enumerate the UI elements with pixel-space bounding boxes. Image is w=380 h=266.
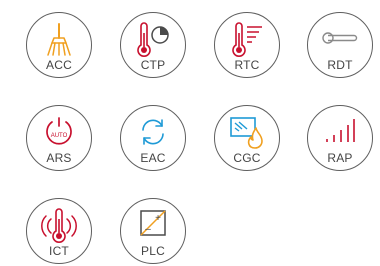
thermometer-lines-icon [232, 22, 262, 57]
badge-ctp: CTP [120, 12, 186, 78]
badge-ars: AUTO ARS [26, 105, 92, 171]
door-handle-icon [322, 32, 358, 44]
badge-label-acc: ACC [46, 58, 72, 72]
signal-bars-icon [326, 119, 355, 142]
auto-text: AUTO [51, 133, 68, 139]
thermometer-waves-icon [41, 208, 77, 243]
badge-label-eac: EAC [140, 151, 166, 165]
badge-label-rtc: RTC [234, 58, 260, 72]
badge-label-ict: ICT [49, 244, 69, 258]
thermometer-clock-icon [137, 22, 169, 57]
badge-label-rap: RAP [327, 151, 353, 165]
refresh-cycle-icon [142, 119, 164, 145]
auto-power-icon: AUTO [46, 117, 72, 145]
badge-plc: + – PLC [120, 198, 186, 264]
badge-rdt: RDT [307, 12, 373, 78]
broom-icon [47, 23, 71, 56]
badge-ict: ICT [26, 198, 92, 264]
badge-label-cgc: CGC [233, 151, 261, 165]
badge-cgc: CGC [214, 105, 280, 171]
minus-sign: – [145, 224, 151, 235]
plus-sign: + [155, 213, 161, 224]
badge-acc: ACC [26, 12, 92, 78]
badge-label-plc: PLC [141, 244, 165, 258]
badge-rap: RAP [307, 105, 373, 171]
badge-label-ctp: CTP [140, 58, 166, 72]
badge-label-rdt: RDT [327, 58, 353, 72]
plus-minus-panel-icon: + – [140, 210, 166, 236]
badge-label-ars: ARS [46, 151, 72, 165]
badge-rtc: RTC [214, 12, 280, 78]
badge-eac: EAC [120, 105, 186, 171]
glass-flame-icon [230, 117, 263, 149]
